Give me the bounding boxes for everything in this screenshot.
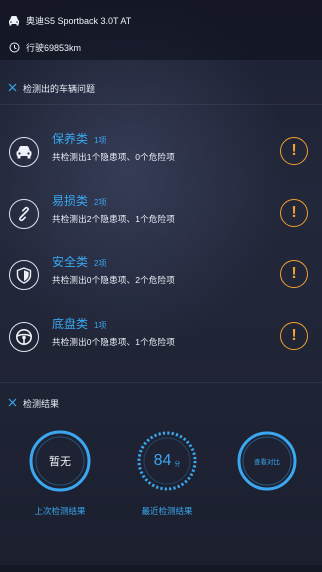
results-title-text: 检测结果 xyxy=(23,399,60,409)
section-divider xyxy=(0,104,322,105)
problem-name: 安全类 xyxy=(52,255,89,269)
recent-score-unit: 分 xyxy=(174,462,181,468)
bottom-bar xyxy=(0,565,322,572)
previous-result-label: 上次检测结果 xyxy=(34,506,86,516)
previous-result-value: 暂无 xyxy=(49,456,71,468)
problem-description: 共检测出2个隐患项、1个危险项 xyxy=(52,214,175,224)
recent-result-label: 最近检测结果 xyxy=(141,506,193,516)
compare-button[interactable]: 查看对比 xyxy=(236,430,298,492)
problem-row-wear[interactable]: 易损类 2项 共检测出2个隐患项、1个危险项 ! xyxy=(0,189,322,249)
mileage-row: 行驶69853km xyxy=(8,41,81,54)
chain-link-icon xyxy=(9,199,39,229)
car-icon xyxy=(8,15,20,27)
previous-result-gauge[interactable]: 暂无 xyxy=(29,430,91,492)
problem-count: 2项 xyxy=(94,198,107,207)
section-divider xyxy=(0,382,322,383)
problem-row-safety[interactable]: 安全类 2项 共检测出0个隐患项、2个危险项 ! xyxy=(0,250,322,310)
problem-name: 底盘类 xyxy=(52,317,89,331)
problem-row-maintenance[interactable]: 保养类 1项 共检测出1个隐患项、0个危险项 ! xyxy=(0,127,322,187)
recent-result-gauge[interactable]: 84 分 xyxy=(136,430,198,492)
problem-name: 保养类 xyxy=(52,132,89,146)
problems-section-title: 检测出的车辆问题 xyxy=(8,82,95,95)
problem-row-chassis[interactable]: 底盘类 1项 共检测出0个隐患项、1个危险项 ! xyxy=(0,312,322,372)
problem-count: 1项 xyxy=(94,136,107,145)
close-icon[interactable] xyxy=(8,83,17,94)
problem-description: 共检测出0个隐患项、1个危险项 xyxy=(52,337,175,347)
mileage-text: 行驶69853km xyxy=(26,43,82,53)
shield-icon xyxy=(9,260,39,290)
steering-wheel-icon xyxy=(9,322,39,352)
car-model-text: 奥迪S5 Sportback 3.0T AT xyxy=(26,16,132,26)
problem-description: 共检测出0个隐患项、2个危险项 xyxy=(52,275,175,285)
problem-name: 易损类 xyxy=(52,194,89,208)
car-icon xyxy=(9,137,39,167)
close-icon[interactable] xyxy=(8,398,17,409)
car-model-row[interactable]: 奥迪S5 Sportback 3.0T AT xyxy=(8,14,131,27)
results-section-title: 检测结果 xyxy=(8,397,59,410)
recent-score: 84 xyxy=(153,452,172,469)
warning-icon[interactable]: ! xyxy=(280,322,308,350)
problem-count: 1项 xyxy=(94,321,107,330)
warning-icon[interactable]: ! xyxy=(280,137,308,165)
problem-description: 共检测出1个隐患项、0个危险项 xyxy=(52,152,175,162)
warning-icon[interactable]: ! xyxy=(280,199,308,227)
clock-icon xyxy=(8,42,20,54)
vehicle-header: 奥迪S5 Sportback 3.0T AT 行驶69853km xyxy=(0,0,322,60)
problem-count: 2项 xyxy=(94,259,107,268)
problems-title-text: 检测出的车辆问题 xyxy=(23,84,96,94)
warning-icon[interactable]: ! xyxy=(280,260,308,288)
compare-label: 查看对比 xyxy=(254,459,280,466)
